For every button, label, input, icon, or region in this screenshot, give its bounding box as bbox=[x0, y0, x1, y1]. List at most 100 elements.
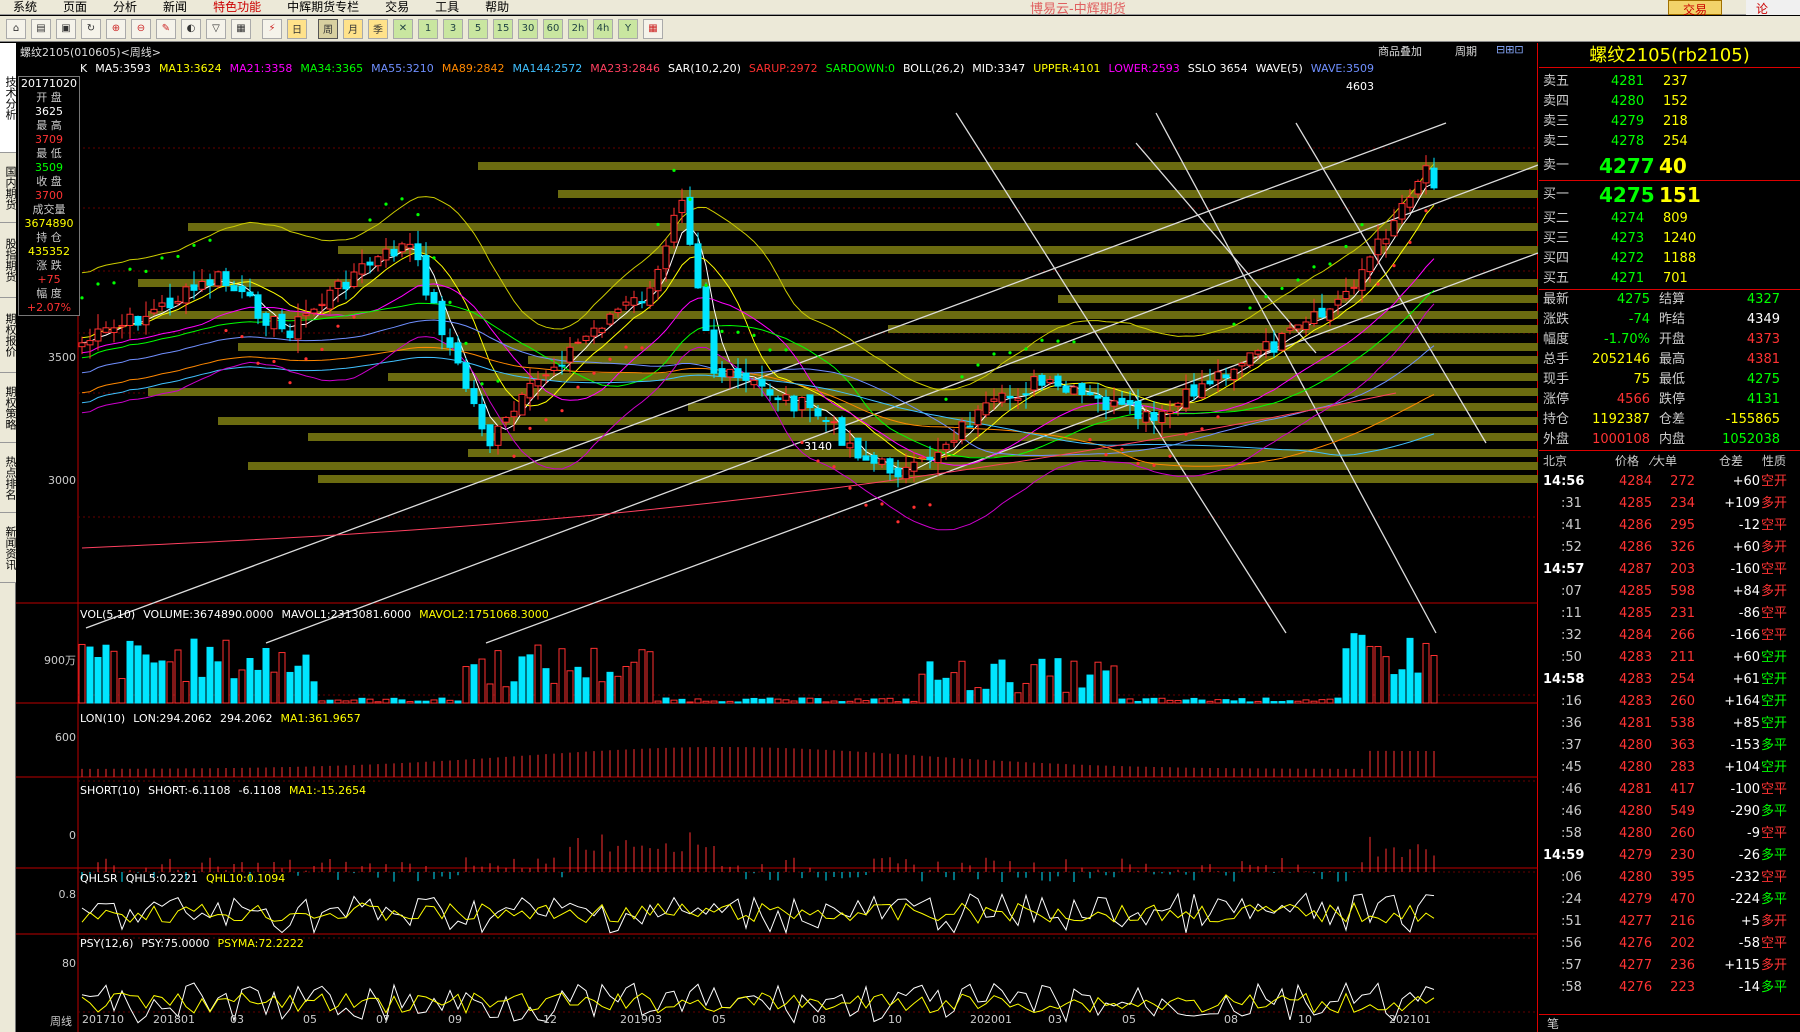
side-tab-4[interactable]: 期权策略 bbox=[0, 373, 17, 443]
day-icon[interactable]: 日 bbox=[287, 18, 307, 39]
tick-row[interactable]: 14:58 4283 254 +61 空开 bbox=[1539, 669, 1800, 691]
candle-body bbox=[1374, 238, 1382, 256]
side-tab-0[interactable]: 技术分析 bbox=[0, 43, 17, 153]
tick-icon[interactable]: ⚡ bbox=[262, 18, 282, 39]
2h-icon[interactable]: 2h bbox=[568, 18, 588, 39]
volume-bar bbox=[1150, 697, 1158, 704]
volume-bar bbox=[1006, 682, 1014, 704]
tick-row[interactable]: :11 4285 231 -86 空平 bbox=[1539, 603, 1800, 625]
tick-row[interactable]: 14:56 4284 272 +60 空开 bbox=[1539, 471, 1800, 493]
trade-button[interactable]: 交易 bbox=[1668, 0, 1723, 17]
60-icon[interactable]: 60 bbox=[543, 18, 563, 39]
refresh-icon[interactable]: ↻ bbox=[81, 18, 101, 39]
candle-body bbox=[798, 397, 806, 411]
3-icon[interactable]: 3 bbox=[443, 18, 463, 39]
menu-item-6[interactable]: 交易 bbox=[372, 0, 422, 15]
5-icon[interactable]: 5 bbox=[468, 18, 488, 39]
tick-row[interactable]: :41 4286 295 -12 空平 bbox=[1539, 515, 1800, 537]
menu-item-1[interactable]: 页面 bbox=[50, 0, 100, 15]
4h-icon[interactable]: 4h bbox=[593, 18, 613, 39]
tick-row[interactable]: :37 4280 363 -153 多平 bbox=[1539, 735, 1800, 757]
candle-body bbox=[390, 248, 398, 257]
volume-bar bbox=[534, 644, 542, 704]
info-low: 3509 bbox=[35, 161, 63, 174]
tool-a-icon[interactable]: ◐ bbox=[181, 18, 201, 39]
tick-row[interactable]: :51 4277 216 +5 多开 bbox=[1539, 911, 1800, 933]
tick-row[interactable]: :16 4283 260 +164 空开 bbox=[1539, 691, 1800, 713]
layout-icons[interactable]: ⊟⊞⊡ bbox=[1496, 43, 1524, 56]
quarter-icon[interactable]: 季 bbox=[368, 18, 388, 39]
tick-row[interactable]: :31 4285 234 +109 多开 bbox=[1539, 493, 1800, 515]
tick-row[interactable]: :50 4283 211 +60 空开 bbox=[1539, 647, 1800, 669]
menu-item-4[interactable]: 特色功能 bbox=[200, 0, 274, 15]
overlay-link[interactable]: 商品叠加 bbox=[1378, 43, 1422, 59]
tick-row[interactable]: :07 4285 598 +84 多开 bbox=[1539, 581, 1800, 603]
image-icon[interactable]: ▣ bbox=[56, 18, 76, 39]
menu-item-7[interactable]: 工具 bbox=[422, 0, 472, 15]
menu-item-5[interactable]: 中辉期货专栏 bbox=[274, 0, 372, 15]
side-tab-6[interactable]: 新闻资讯 bbox=[0, 513, 17, 583]
tick-row[interactable]: :57 4277 236 +115 多开 bbox=[1539, 955, 1800, 977]
tick-price: 4287 bbox=[1619, 562, 1653, 577]
tick-row[interactable]: :06 4280 395 -232 空平 bbox=[1539, 867, 1800, 889]
calc-icon[interactable]: ▦ bbox=[643, 18, 663, 39]
tick-list[interactable]: 14:56 4284 272 +60 空开:31 4285 234 +109 多开:41 4286… bbox=[1539, 471, 1800, 999]
tick-row[interactable]: :58 4280 260 -9 空平 bbox=[1539, 823, 1800, 845]
tick-row[interactable]: :24 4279 470 -224 多平 bbox=[1539, 889, 1800, 911]
1-icon[interactable]: 1 bbox=[418, 18, 438, 39]
side-tab-2[interactable]: 股指期货 bbox=[0, 223, 17, 298]
menu-item-3[interactable]: 新闻 bbox=[150, 0, 200, 15]
forum-button[interactable]: 论 bbox=[1746, 0, 1800, 16]
info-high-label: 最 高 bbox=[36, 119, 62, 132]
open-icon[interactable]: ▤ bbox=[31, 18, 51, 39]
tick-tab[interactable]: 笔 bbox=[1539, 1014, 1800, 1032]
tick-header-nature: 性质 bbox=[1762, 454, 1787, 468]
zoom-out-icon[interactable]: ⊖ bbox=[131, 18, 151, 39]
volume-profile-bar bbox=[478, 162, 1538, 170]
15-icon[interactable]: 15 bbox=[493, 18, 513, 39]
candle-body bbox=[1126, 400, 1134, 405]
side-tab-3[interactable]: 期权报价 bbox=[0, 298, 17, 373]
toolbar: ⌂ ▤ ▣ ↻ ⊕ ⊖ ✎ ◐ ▽ ▦ ⚡ 日周月季 ✕ 1 3 5 15 30 60 2h 4h Y ▦ bbox=[0, 16, 1800, 42]
tick-row[interactable]: :46 4280 549 -290 多平 bbox=[1539, 801, 1800, 823]
tick-volume: 549 bbox=[1670, 804, 1695, 819]
book-row: 卖五 4281 237 bbox=[1539, 72, 1800, 92]
zoom-in-icon[interactable]: ⊕ bbox=[106, 18, 126, 39]
menu-item-0[interactable]: 系统 bbox=[0, 0, 50, 15]
menu-item-8[interactable]: 帮助 bbox=[472, 0, 522, 15]
candle-body bbox=[446, 337, 454, 348]
book-label: 卖一 bbox=[1543, 158, 1570, 173]
tick-row[interactable]: :46 4281 417 -100 空平 bbox=[1539, 779, 1800, 801]
tick-row[interactable]: 14:59 4279 230 -26 多平 bbox=[1539, 845, 1800, 867]
candle-body bbox=[782, 394, 790, 401]
home-icon[interactable]: ⌂ bbox=[6, 18, 26, 39]
tick-row[interactable]: :45 4280 283 +104 空开 bbox=[1539, 757, 1800, 779]
tick-row[interactable]: 14:57 4287 203 -160 空平 bbox=[1539, 559, 1800, 581]
tick-price: 4283 bbox=[1619, 650, 1653, 665]
tick-row[interactable]: :58 4276 223 -14 多平 bbox=[1539, 977, 1800, 999]
tick-row[interactable]: :36 4281 538 +85 空开 bbox=[1539, 713, 1800, 735]
tick-oi-change: +85 bbox=[1732, 716, 1760, 731]
side-tab-1[interactable]: 国内期货 bbox=[0, 153, 17, 223]
period-link[interactable]: 周期 bbox=[1455, 43, 1477, 59]
month-icon[interactable]: 月 bbox=[343, 18, 363, 39]
candle-body bbox=[1366, 256, 1374, 273]
Y-icon[interactable]: Y bbox=[618, 18, 638, 39]
menu-item-2[interactable]: 分析 bbox=[100, 0, 150, 15]
x-icon[interactable]: ✕ bbox=[393, 18, 413, 39]
tick-time: :56 bbox=[1561, 936, 1582, 951]
draw-icon[interactable]: ✎ bbox=[156, 18, 176, 39]
grid-icon[interactable]: ▦ bbox=[231, 18, 251, 39]
side-tab-5[interactable]: 热点排名 bbox=[0, 443, 17, 513]
volume-bar bbox=[1094, 661, 1102, 704]
30-icon[interactable]: 30 bbox=[518, 18, 538, 39]
tool-b-icon[interactable]: ▽ bbox=[206, 18, 226, 39]
book-row: 卖一 4277 40 bbox=[1539, 152, 1800, 180]
tick-row[interactable]: :32 4284 266 -166 空平 bbox=[1539, 625, 1800, 647]
tick-row[interactable]: :52 4286 326 +60 多开 bbox=[1539, 537, 1800, 559]
candle-body bbox=[486, 424, 494, 447]
sar-dot bbox=[480, 382, 484, 386]
week-icon[interactable]: 周 bbox=[318, 18, 338, 39]
tick-row[interactable]: :56 4276 202 -58 空平 bbox=[1539, 933, 1800, 955]
sar-dot bbox=[240, 334, 244, 339]
